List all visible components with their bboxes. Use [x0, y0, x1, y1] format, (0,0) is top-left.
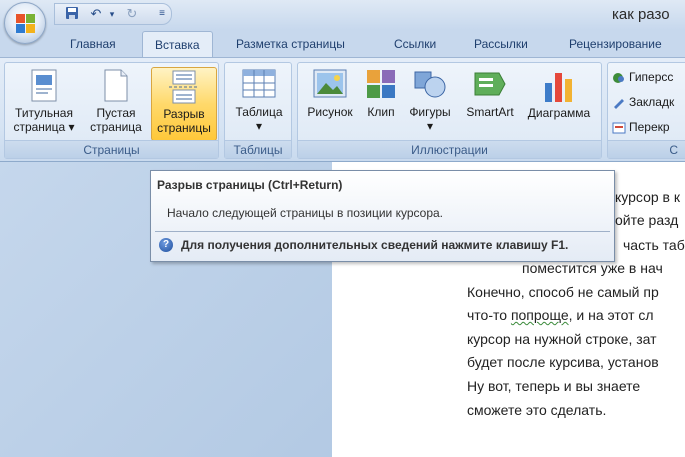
illustrations-group: Рисунок Клип Фигуры ▾ SmartArt Диаграмма…: [297, 62, 602, 159]
blank-page-label-2: страница: [90, 120, 142, 134]
tables-group: Таблица ▾ Таблицы: [224, 62, 292, 159]
tab-references[interactable]: Ссылки: [394, 37, 436, 51]
page-break-tooltip: Разрыв страницы (Ctrl+Return) Начало сле…: [150, 170, 615, 262]
undo-dropdown-icon[interactable]: ▾: [103, 6, 121, 22]
title-bar: ↶ ▾ ↻ ≡ как разо: [0, 0, 685, 30]
quick-access-toolbar: ↶ ▾ ↻ ≡: [54, 3, 172, 25]
smartart-icon: [474, 72, 506, 96]
shapes-icon: [414, 71, 446, 98]
cross-reference-icon: [612, 122, 626, 134]
clip-art-button[interactable]: Клип: [362, 67, 400, 141]
office-logo-icon: [16, 14, 36, 34]
document-line: Конечно, способ не самый пр: [467, 284, 659, 300]
tab-page-layout[interactable]: Разметка страницы: [236, 37, 345, 51]
save-icon[interactable]: [63, 6, 81, 22]
tooltip-separator: [155, 231, 610, 232]
tooltip-help-text: Для получения дополнительных сведений на…: [181, 238, 569, 252]
picture-label: Рисунок: [307, 105, 353, 119]
blank-page-icon: [104, 69, 128, 102]
office-button[interactable]: [4, 2, 46, 44]
table-dropdown-label: ▾: [255, 119, 263, 133]
document-line: сможете это сделать.: [467, 402, 607, 418]
picture-button[interactable]: Рисунок: [302, 67, 358, 141]
page-break-label: Разрыв: [163, 107, 205, 121]
cover-page-label-2: страница ▾: [13, 120, 75, 134]
cover-page-label: Титульная: [15, 106, 73, 120]
document-line: курсор в к: [615, 189, 680, 205]
bookmark-label: Закладк: [629, 95, 675, 109]
tab-mailings[interactable]: Рассылки: [474, 37, 528, 51]
redo-icon[interactable]: ↻: [123, 6, 141, 22]
document-line: будет после курсива, установ: [467, 354, 659, 370]
page-break-button[interactable]: Разрыв страницы: [151, 67, 217, 141]
shapes-button[interactable]: Фигуры ▾: [404, 67, 456, 141]
blank-page-button[interactable]: Пустая страница: [85, 67, 147, 141]
table-button[interactable]: Таблица ▾: [229, 67, 289, 141]
document-line: часть таб: [623, 237, 685, 253]
document-title: как разо: [612, 6, 670, 23]
cross-reference-label: Перекр: [629, 120, 670, 134]
spelling-underlined-word: попроще: [510, 307, 569, 323]
customize-qat-icon[interactable]: ≡: [153, 6, 171, 22]
table-icon: [242, 69, 276, 98]
shapes-label: Фигуры: [409, 105, 451, 119]
chart-button[interactable]: Диаграмма: [522, 67, 596, 141]
bookmark-button[interactable]: Закладк: [612, 95, 674, 109]
hyperlink-label: Гиперсс: [629, 70, 674, 84]
shapes-dropdown-label: ▾: [426, 119, 434, 133]
illustrations-group-label: Иллюстрации: [298, 140, 601, 158]
chart-label: Диаграмма: [527, 106, 591, 120]
document-line-part: , и на этот сл: [568, 307, 654, 323]
document-line: что-то попроще, и на этот сл: [467, 307, 654, 323]
hyperlink-button[interactable]: Гиперсс: [612, 70, 673, 84]
ribbon-tabs: Главная Вставка Разметка страницы Ссылки…: [0, 30, 685, 59]
pages-group: Титульная страница ▾ Пустая страница Раз…: [4, 62, 219, 159]
tab-review[interactable]: Рецензирование: [569, 37, 662, 51]
document-line: Ну вот, теперь и вы знаете: [467, 378, 641, 394]
clip-art-icon: [367, 70, 395, 98]
page-break-label-2: страницы: [157, 121, 211, 135]
cover-page-button[interactable]: Титульная страница ▾: [9, 67, 79, 141]
cross-reference-button[interactable]: Перекр: [612, 120, 670, 134]
document-line: поместится уже в нач: [522, 260, 663, 276]
picture-icon: [313, 69, 347, 98]
tooltip-description: Начало следующей страницы в позиции курс…: [167, 206, 443, 220]
cover-page-icon: [31, 69, 57, 102]
tab-home[interactable]: Главная: [70, 37, 116, 51]
page-break-icon: [169, 70, 199, 104]
links-group-label: С: [608, 140, 685, 158]
tooltip-title: Разрыв страницы (Ctrl+Return): [157, 178, 343, 192]
help-icon: ?: [159, 238, 173, 252]
tab-insert[interactable]: Вставка: [142, 31, 213, 59]
smartart-label: SmartArt: [466, 105, 514, 119]
tables-group-label: Таблицы: [225, 140, 291, 158]
hyperlink-icon: [612, 72, 626, 84]
bookmark-icon: [612, 97, 626, 109]
pages-group-label: Страницы: [5, 140, 218, 158]
document-line: курсор на нужной строке, зат: [467, 331, 657, 347]
document-line-part: что-то: [467, 307, 511, 323]
ribbon: Титульная страница ▾ Пустая страница Раз…: [0, 57, 685, 162]
blank-page-label: Пустая: [96, 106, 136, 120]
table-label: Таблица: [235, 105, 283, 119]
smartart-button[interactable]: SmartArt: [460, 67, 520, 141]
clip-art-label: Клип: [367, 105, 395, 119]
chart-icon: [545, 73, 572, 102]
document-line: ойте разд: [615, 212, 679, 228]
